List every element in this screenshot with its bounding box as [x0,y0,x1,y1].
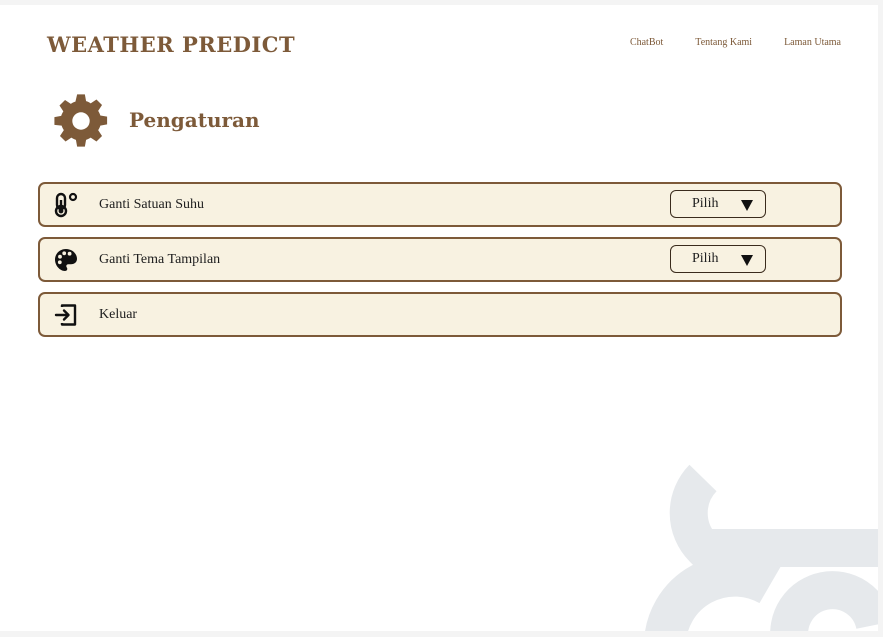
setting-row-logout[interactable]: Keluar [38,292,842,337]
nav-about[interactable]: Tentang Kami [695,37,752,48]
brand-logo[interactable]: WEATHER PREDICT [47,32,295,57]
nav-chatbot[interactable]: ChatBot [630,37,663,48]
page: WEATHER PREDICT ChatBot Tentang Kami Lam… [0,5,878,631]
setting-label-theme: Ganti Tema Tampilan [99,251,221,267]
setting-label-logout: Keluar [99,306,138,322]
top-nav: ChatBot Tentang Kami Laman Utama [630,37,841,48]
gear-icon [54,94,108,147]
thermometer-icon [53,192,79,218]
wind-decoration-icon [645,464,878,631]
setting-row-theme[interactable]: Ganti Tema Tampilan Pilih [38,237,842,282]
nav-home[interactable]: Laman Utama [784,37,841,48]
settings-list: Ganti Satuan Suhu Pilih Ganti Tema Tampi… [38,182,842,347]
select-value: Pilih [692,196,719,211]
theme-select[interactable]: Pilih [670,245,766,273]
caret-down-icon [741,255,753,266]
page-title: Pengaturan [129,108,260,132]
caret-down-icon [741,200,753,211]
logout-icon [53,302,79,328]
select-value: Pilih [692,251,719,266]
setting-label-temperature-unit: Ganti Satuan Suhu [99,196,204,212]
setting-row-temperature-unit[interactable]: Ganti Satuan Suhu Pilih [38,182,842,227]
palette-icon [53,247,79,273]
temperature-unit-select[interactable]: Pilih [670,190,766,218]
